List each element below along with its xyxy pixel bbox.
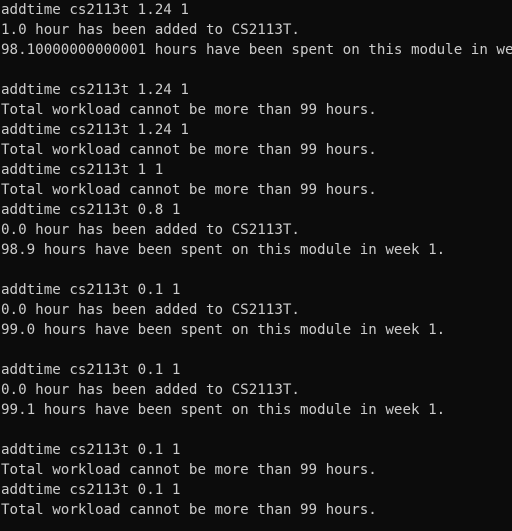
- terminal-line: 99.0 hours have been spent on this modul…: [1, 322, 446, 338]
- terminal-line: addtime cs2113t 1.24 1: [1, 82, 189, 98]
- terminal-line: addtime cs2113t 1.24 1: [1, 122, 189, 138]
- terminal-line: 1.0 hour has been added to CS2113T.: [1, 22, 300, 38]
- terminal-line: Total workload cannot be more than 99 ho…: [1, 142, 377, 158]
- terminal-line: Total workload cannot be more than 99 ho…: [1, 102, 377, 118]
- terminal-line: 98.9 hours have been spent on this modul…: [1, 242, 446, 258]
- terminal-line: addtime cs2113t 0.8 1: [1, 202, 181, 218]
- terminal-line: addtime cs2113t 0.1 1: [1, 362, 181, 378]
- terminal-line: 0.0 hour has been added to CS2113T.: [1, 222, 300, 238]
- terminal-line: 0.0 hour has been added to CS2113T.: [1, 382, 300, 398]
- terminal-line: 98.10000000000001 hours have been spent …: [1, 42, 512, 58]
- terminal-line: Total workload cannot be more than 99 ho…: [1, 182, 377, 198]
- terminal-output[interactable]: addtime cs2113t 1.24 1 1.0 hour has been…: [0, 0, 512, 531]
- terminal-line: 99.1 hours have been spent on this modul…: [1, 402, 446, 418]
- terminal-line: Total workload cannot be more than 99 ho…: [1, 502, 377, 518]
- terminal-line: Total workload cannot be more than 99 ho…: [1, 462, 377, 478]
- terminal-line: addtime cs2113t 0.1 1: [1, 442, 181, 458]
- terminal-line: addtime cs2113t 0.1 1: [1, 482, 181, 498]
- terminal-line: 0.0 hour has been added to CS2113T.: [1, 302, 300, 318]
- terminal-line: addtime cs2113t 1.24 1: [1, 2, 189, 18]
- terminal-line: addtime cs2113t 1 1: [1, 162, 164, 178]
- terminal-line: addtime cs2113t 0.1 1: [1, 282, 181, 298]
